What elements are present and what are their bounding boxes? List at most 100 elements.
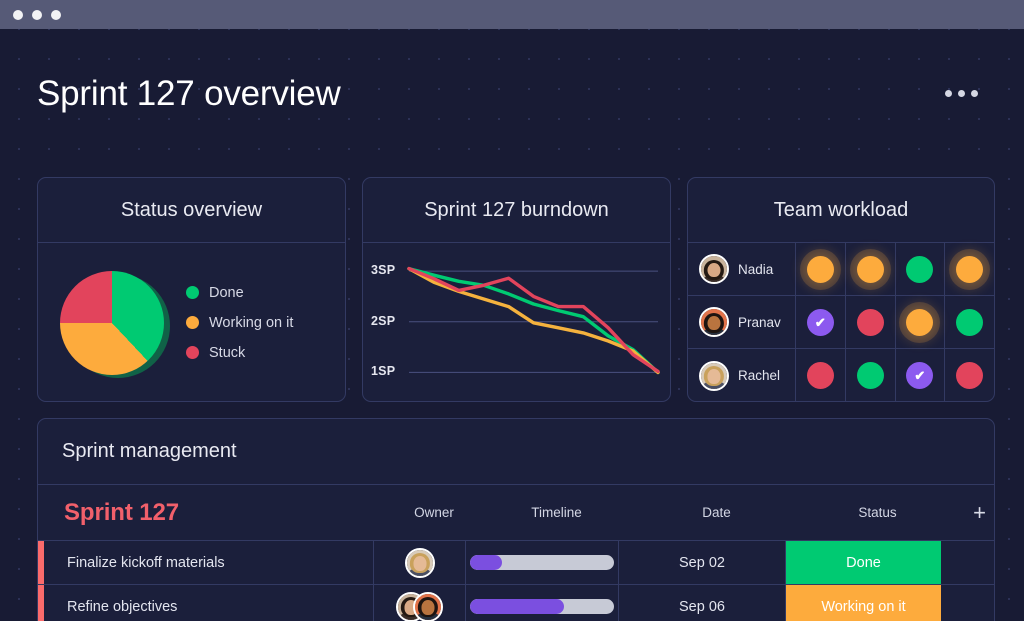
workload-status-dot (956, 308, 984, 336)
workload-status-dot (956, 362, 984, 389)
workload-row: Pranav ✔ (688, 296, 994, 349)
workload-status-dot (906, 255, 934, 283)
kebab-menu-icon[interactable] (937, 82, 986, 105)
workload-member-cell[interactable]: Nadia (688, 243, 796, 295)
status-badge: Working on it (786, 585, 941, 621)
team-workload-header: Team workload (688, 178, 994, 243)
timeline-progress-fill (470, 599, 564, 614)
avatar-rachel[interactable] (699, 360, 729, 391)
workload-status-cell[interactable] (846, 296, 896, 348)
legend-color-swatch (186, 346, 199, 359)
cell-task[interactable]: Refine objectives (44, 585, 374, 621)
workload-member-name: Rachel (738, 368, 781, 383)
workload-status-cell[interactable] (846, 243, 896, 295)
burndown-ytick-label: 2SP (371, 313, 396, 328)
burndown-ytick-label: 3SP (371, 263, 396, 278)
workload-member-cell[interactable]: Pranav (688, 296, 796, 348)
burndown-header: Sprint 127 burndown (363, 178, 670, 243)
workload-status-cell[interactable]: ✔ (796, 296, 846, 348)
legend-label: Working on it (209, 314, 294, 331)
workload-member-cell[interactable]: Rachel (688, 349, 796, 401)
close-window-icon[interactable] (13, 9, 23, 20)
column-header-owner[interactable]: Owner (388, 505, 480, 520)
maximize-window-icon[interactable] (51, 9, 61, 20)
burndown-title: Sprint 127 burndown (424, 198, 609, 221)
workload-member-name: Pranav (738, 314, 781, 330)
burndown-card: Sprint 127 burndown 3SP 2SP 1SP (362, 177, 671, 402)
cell-timeline[interactable] (466, 541, 619, 584)
workload-status-dot (806, 362, 834, 389)
status-overview-header: Status overview (38, 178, 345, 243)
workload-status-dot (856, 362, 884, 389)
workload-status-cell[interactable] (945, 243, 994, 295)
kebab-dot-1 (945, 90, 952, 97)
legend-item-done[interactable]: Done (186, 285, 293, 301)
minimize-window-icon[interactable] (32, 9, 42, 20)
cell-owner[interactable] (374, 541, 466, 584)
workload-status-dot (906, 308, 934, 336)
legend-item-stuck[interactable]: Stuck (186, 345, 293, 361)
legend-color-swatch (186, 286, 199, 299)
burndown-svg (407, 266, 660, 375)
avatar-face (421, 600, 435, 615)
column-header-timeline[interactable]: Timeline (480, 505, 633, 520)
workload-status-dot: ✔ (806, 308, 834, 336)
team-workload-card: Team workload Nadia Pranav ✔ Rachel ✔ (687, 177, 995, 402)
date-value: Sep 02 (679, 554, 725, 571)
check-icon: ✔ (914, 368, 926, 383)
cell-status[interactable]: Done (786, 541, 941, 584)
team-workload-title: Team workload (773, 198, 909, 221)
avatar-face (707, 315, 721, 331)
avatar-pranav[interactable] (699, 307, 729, 337)
burndown-ytick-label: 1SP (371, 364, 396, 379)
avatar-face (707, 369, 721, 384)
table-row: Refine objectives Sep 06 Working on it (38, 584, 994, 621)
sprint-group-header: Sprint 127 Owner Timeline Date Status + (38, 485, 994, 540)
timeline-progress-fill (470, 555, 502, 570)
sprint-task-table: Finalize kickoff materials Sep 02 Done Refi… (38, 540, 994, 621)
status-overview-card: Status overview Done Working on it Stuck (37, 177, 346, 402)
status-pie-chart[interactable] (60, 270, 170, 378)
cell-status[interactable]: Working on it (786, 585, 941, 621)
workload-status-cell[interactable] (896, 243, 946, 295)
sprint-group-name[interactable]: Sprint 127 (64, 499, 179, 526)
window-titlebar (0, 0, 1024, 29)
workload-status-cell[interactable] (846, 349, 896, 401)
task-name: Finalize kickoff materials (67, 554, 225, 571)
date-value: Sep 06 (679, 598, 725, 615)
workload-row: Rachel ✔ (688, 349, 994, 401)
cell-timeline[interactable] (466, 585, 619, 621)
avatar-face (707, 262, 721, 278)
column-header-date[interactable]: Date (633, 505, 800, 520)
workload-status-cell[interactable] (945, 296, 994, 348)
column-header-status[interactable]: Status (800, 505, 955, 520)
workload-status-cell[interactable] (896, 296, 946, 348)
avatar-rachel[interactable] (404, 547, 435, 578)
avatar-nadia[interactable] (699, 254, 729, 284)
status-legend: Done Working on it Stuck (186, 285, 293, 361)
workload-status-cell[interactable]: ✔ (896, 349, 946, 401)
pie-disc (60, 270, 164, 375)
status-overview-title: Status overview (120, 198, 263, 221)
add-column-button[interactable]: + (955, 501, 994, 524)
cell-date[interactable]: Sep 02 (619, 541, 786, 584)
avatar-pranav[interactable] (413, 591, 443, 621)
table-row: Finalize kickoff materials Sep 02 Done (38, 540, 994, 584)
status-overview-body: Done Working on it Stuck (38, 243, 345, 401)
cell-date[interactable]: Sep 06 (619, 585, 786, 621)
sprint-management-header: Sprint management (38, 419, 994, 485)
workload-status-cell[interactable] (945, 349, 994, 401)
workload-status-cell[interactable] (796, 349, 846, 401)
workload-status-dot (956, 255, 984, 283)
avatar-face (413, 556, 426, 571)
sprint-management-card: Sprint management Sprint 127 Owner Timel… (37, 418, 995, 621)
workload-status-cell[interactable] (796, 243, 846, 295)
burndown-chart[interactable]: 3SP 2SP 1SP (363, 243, 670, 401)
cell-task[interactable]: Finalize kickoff materials (44, 541, 374, 584)
check-icon: ✔ (814, 314, 826, 330)
app-window: Sprint 127 overview Status overview Done… (0, 0, 1024, 621)
sprint-management-title: Sprint management (62, 440, 237, 462)
cell-owner[interactable] (374, 585, 466, 621)
legend-item-working-on-it[interactable]: Working on it (186, 315, 293, 331)
status-badge: Done (786, 541, 941, 584)
